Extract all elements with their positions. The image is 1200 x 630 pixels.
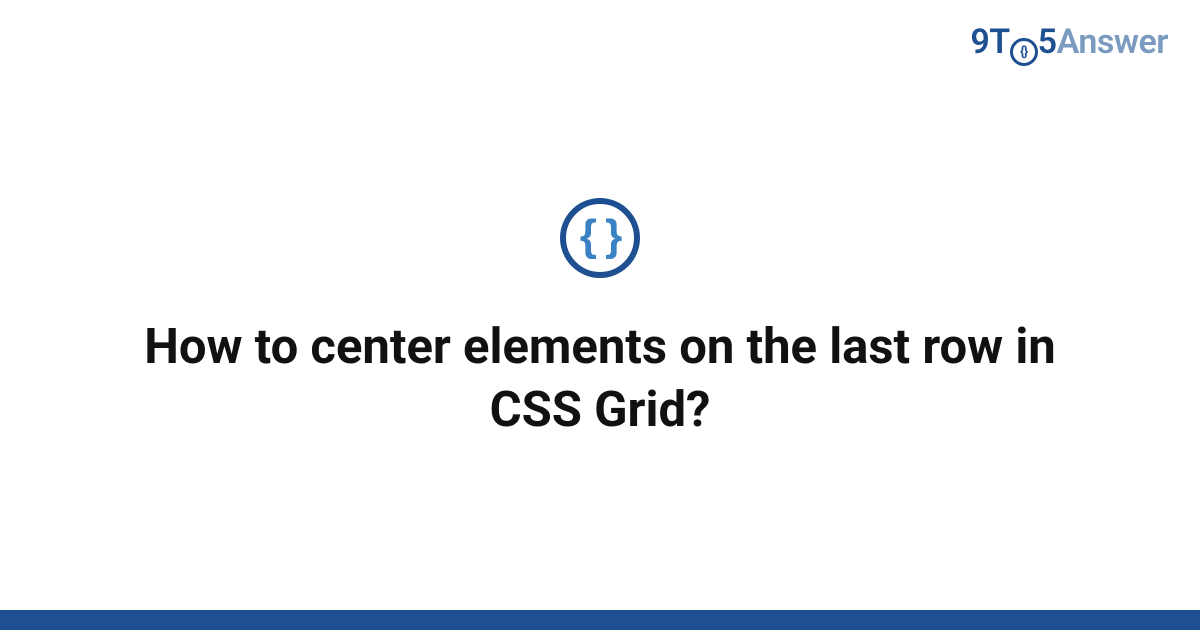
- code-braces-icon: { }: [560, 198, 640, 278]
- footer-accent-bar: [0, 610, 1200, 630]
- page-title: How to center elements on the last row i…: [110, 316, 1090, 441]
- content-area: { } How to center elements on the last r…: [0, 0, 1200, 610]
- braces-glyph-icon: { }: [580, 214, 620, 258]
